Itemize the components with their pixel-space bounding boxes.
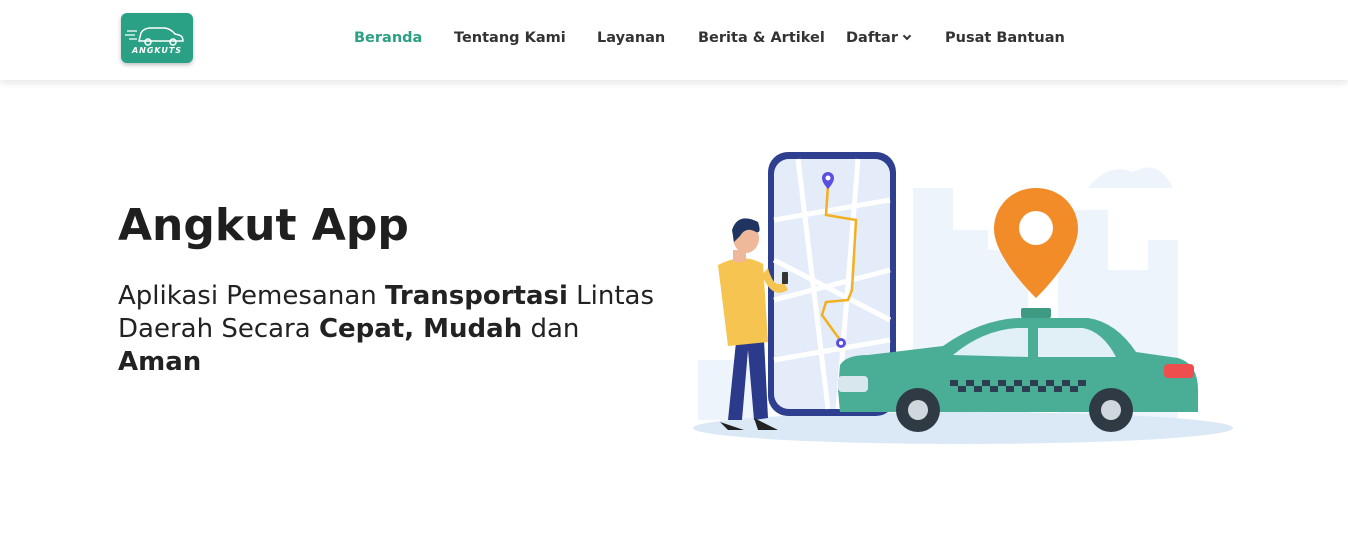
hero-sub-text-3: dan <box>522 314 580 344</box>
nav-item-beranda[interactable]: Beranda <box>354 30 422 46</box>
nav-item-pusat-bantuan[interactable]: Pusat Bantuan <box>945 30 1065 46</box>
handheld-phone-icon <box>782 272 788 284</box>
nav-item-layanan[interactable]: Layanan <box>597 30 665 46</box>
nav-item-daftar-label: Daftar <box>846 30 898 46</box>
hero-sub-bold-2: Cepat, Mudah <box>318 314 523 344</box>
nav-item-daftar[interactable]: Daftar <box>846 30 912 46</box>
hero-title: Angkut App <box>118 200 409 251</box>
chevron-down-icon <box>902 31 912 41</box>
nav-item-tentang-kami[interactable]: Tentang Kami <box>454 30 566 46</box>
hero-sub-bold-3: Aman <box>118 347 202 377</box>
taxi-booking-illustration <box>693 152 1233 444</box>
hero-sub-bold-1: Transportasi <box>385 281 568 311</box>
hero-sub-text-1: Aplikasi Pemesanan <box>118 281 386 311</box>
hero-subtitle: Aplikasi Pemesanan Transportasi Lintas D… <box>118 280 658 379</box>
nav-item-berita-artikel[interactable]: Berita & Artikel <box>698 30 825 46</box>
site-header: ANGKUTS Beranda Tentang Kami Layanan Ber… <box>0 0 1348 80</box>
main-nav: Beranda Tentang Kami Layanan Berita & Ar… <box>0 30 1348 50</box>
